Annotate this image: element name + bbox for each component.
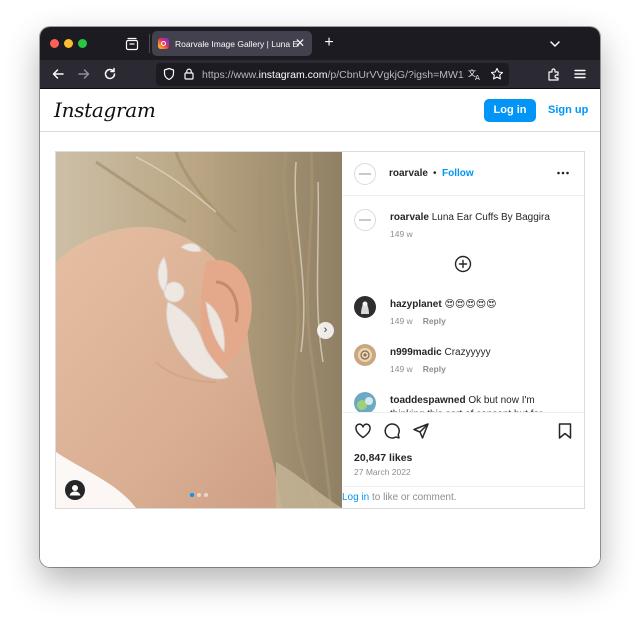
reply-button[interactable]: Reply	[423, 316, 446, 326]
tagged-user-button[interactable]	[65, 480, 85, 500]
translate-icon[interactable]: 文 A	[468, 67, 482, 81]
tab-separator	[149, 34, 150, 53]
login-prompt: Log in to like or comment.	[342, 486, 584, 509]
plus-icon[interactable]: +	[320, 34, 338, 52]
post-header: roarvale • Follow	[342, 152, 584, 196]
navigation-toolbar: https://www.instagram.com/p/CbnUrVVgkjG/…	[40, 60, 600, 89]
separator-dot: •	[433, 168, 437, 179]
carousel-dot	[197, 493, 201, 497]
carousel-dot	[204, 493, 208, 497]
likes-count[interactable]: 20,847 likes	[354, 452, 412, 464]
tab-overview-icon[interactable]	[124, 36, 140, 52]
post-actions: 20,847 likes 27 March 2022 Log in to lik…	[342, 412, 584, 508]
comment-text: toaddespawned Ok but now I'm thinking th…	[390, 395, 542, 412]
comments-list: roarvale Luna Ear Cuffs By Baggira 149 w…	[342, 197, 584, 412]
star-icon[interactable]	[490, 67, 504, 81]
reply-button[interactable]: Reply	[423, 364, 446, 374]
comment-username[interactable]: n999madic	[390, 347, 442, 358]
address-bar[interactable]: https://www.instagram.com/p/CbnUrVVgkjG/…	[156, 63, 509, 86]
load-more-comments-icon[interactable]	[454, 255, 472, 273]
minimize-window-button[interactable]	[64, 39, 73, 48]
login-link[interactable]: Log in	[342, 492, 369, 503]
author-username[interactable]: roarvale	[389, 168, 428, 179]
share-icon[interactable]	[412, 422, 430, 440]
instagram-favicon-icon	[158, 38, 169, 49]
commenter-avatar[interactable]	[354, 344, 376, 366]
post-date: 27 March 2022	[354, 467, 411, 477]
comment-meta: 149 w Reply	[390, 364, 446, 374]
forward-arrow-icon[interactable]	[76, 66, 92, 82]
tab-strip: Roarvale Image Gallery | Luna Ear ✕ +	[40, 27, 600, 60]
close-icon[interactable]: ✕	[293, 36, 307, 50]
browser-window: Roarvale Image Gallery | Luna Ear ✕ + ht…	[40, 27, 600, 567]
comment-text: n999madic Crazyyyyy	[390, 347, 491, 358]
caption-text: roarvale Luna Ear Cuffs By Baggira	[390, 212, 550, 223]
user-icon	[69, 485, 81, 496]
bookmark-icon[interactable]	[556, 422, 574, 440]
instagram-logo[interactable]: Instagram	[54, 98, 156, 122]
comment-username[interactable]: hazyplanet	[390, 299, 442, 310]
login-button[interactable]: Log in	[484, 99, 536, 122]
tab-title: Roarvale Image Gallery | Luna Ear	[175, 38, 299, 49]
menu-icon[interactable]	[572, 66, 588, 82]
instagram-header: Instagram Log in Sign up	[40, 89, 600, 132]
more-options-icon[interactable]	[556, 168, 570, 178]
carousel-dot	[190, 493, 194, 497]
login-prompt-text: to like or comment.	[369, 492, 457, 503]
heart-icon[interactable]	[354, 422, 372, 440]
caption-time: 149 w	[390, 229, 413, 239]
post-photo[interactable]: ›	[56, 152, 342, 508]
back-arrow-icon[interactable]	[50, 66, 66, 82]
signup-link[interactable]: Sign up	[548, 99, 588, 122]
commenter-avatar[interactable]	[354, 296, 376, 318]
page-viewport: Instagram Log in Sign up › roarvale • Fo…	[40, 89, 600, 567]
zoom-window-button[interactable]	[78, 39, 87, 48]
post-sidebar: roarvale • Follow roarvale Luna Ear Cuff…	[342, 152, 584, 508]
url-text[interactable]: https://www.instagram.com/p/CbnUrVVgkjG/…	[202, 68, 464, 82]
caption-username[interactable]: roarvale	[390, 212, 429, 223]
carousel-next-button[interactable]: ›	[317, 322, 334, 339]
ear-cuff-photo	[56, 152, 342, 508]
svg-text:A: A	[475, 74, 480, 81]
commenter-avatar[interactable]	[354, 392, 376, 412]
extensions-icon[interactable]	[546, 66, 562, 82]
chevron-down-icon[interactable]	[547, 36, 563, 52]
caption-avatar[interactable]	[354, 209, 376, 231]
comment-meta: 149 w Reply	[390, 316, 446, 326]
close-window-button[interactable]	[50, 39, 59, 48]
carousel-indicator	[190, 493, 208, 497]
author-avatar[interactable]	[354, 163, 376, 185]
active-tab[interactable]: Roarvale Image Gallery | Luna Ear ✕	[152, 31, 312, 56]
post-card: › roarvale • Follow roarvale Luna Ear Cu…	[55, 151, 585, 509]
reload-icon[interactable]	[102, 66, 118, 82]
comment-icon[interactable]	[383, 422, 401, 440]
lock-icon[interactable]	[182, 67, 196, 81]
comment-text: hazyplanet 😍😍😍😍😍	[390, 299, 497, 310]
comment-username[interactable]: toaddespawned	[390, 395, 466, 406]
shield-icon[interactable]	[162, 67, 176, 81]
follow-button[interactable]: Follow	[442, 168, 474, 179]
